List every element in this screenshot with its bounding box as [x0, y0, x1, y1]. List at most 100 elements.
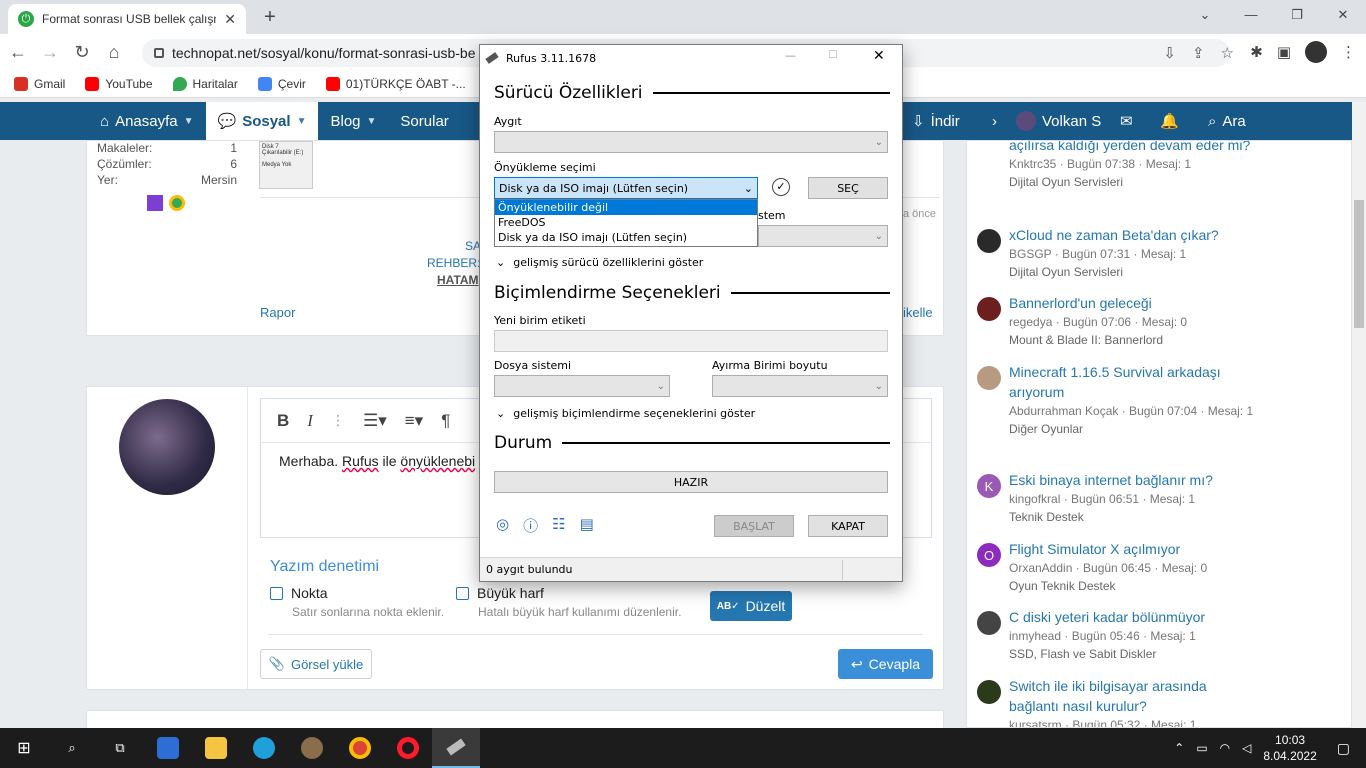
rufus-taskbar-icon[interactable] — [432, 728, 480, 768]
search-icon[interactable]: ⌕ — [48, 728, 96, 768]
file-system-select[interactable]: ⌄ — [494, 375, 670, 397]
close-button[interactable]: ✕ — [873, 48, 885, 64]
new-tab-button[interactable]: + — [258, 6, 282, 30]
share-icon[interactable]: ⇪ — [1192, 44, 1205, 62]
minimize-button[interactable]: — — [785, 49, 796, 62]
nav-user[interactable]: Volkan S — [1004, 102, 1113, 140]
bookmark-oabt[interactable]: 01)TÜRKÇE ÖABT -... — [325, 76, 466, 91]
maximize-button[interactable]: ☐ — [828, 48, 838, 61]
nav-home[interactable]: ⌂ Anasayfa ▼ — [0, 102, 206, 140]
volume-icon[interactable]: ◁ — [1242, 741, 1251, 755]
signature-line3[interactable]: HATAM — [437, 273, 479, 287]
thread-item[interactable]: O Flight Simulator X açılmıyor OrxanAddin … — [977, 539, 1257, 595]
nav-download[interactable]: ⇩ İndir — [900, 102, 972, 140]
advanced-format-toggle[interactable]: ⌄ gelişmiş biçimlendirme seçeneklerini gö… — [496, 407, 755, 420]
browser-tab[interactable]: ⏻ Format sonrası USB bellek çalışm ✕ — [8, 4, 246, 34]
rufus-titlebar[interactable]: Rufus 3.11.1678 — ☐ ✕ — [480, 45, 902, 71]
close-dialog-button[interactable]: KAPAT — [808, 515, 888, 537]
profile-avatar[interactable] — [1305, 41, 1327, 63]
thread-item[interactable]: C diski yeteri kadar bölünmüyor inmyhead … — [977, 607, 1257, 663]
bell-icon[interactable]: 🔔 — [1148, 102, 1191, 140]
clock[interactable]: 10:03 8.04.2022 — [1263, 732, 1316, 764]
checkbox[interactable] — [456, 586, 469, 600]
inbox-icon[interactable]: ✉ — [1108, 102, 1145, 140]
option-period[interactable]: Nokta — [270, 585, 328, 601]
nav-social[interactable]: 💬 Sosyal ▼ — [205, 102, 319, 140]
home-icon[interactable]: ⌂ — [100, 38, 128, 66]
extensions-icon[interactable]: ✱ — [1250, 43, 1263, 61]
align-icon[interactable]: ≡▾ — [405, 411, 423, 431]
tab-search-icon[interactable]: ⌄ — [1182, 4, 1228, 26]
opera-icon[interactable] — [384, 728, 432, 768]
minimize-button[interactable]: — — [1228, 4, 1274, 26]
boot-selection-select[interactable]: Disk ya da ISO imajı (Lütfen seçin) ⌄ — [494, 177, 758, 199]
bold-icon[interactable]: B — [277, 411, 289, 431]
task-view-icon[interactable]: ⧉ — [96, 728, 144, 768]
check-icon[interactable]: ✓ — [772, 178, 790, 196]
start-button[interactable]: BAŞLAT — [714, 515, 794, 537]
cluster-size-select[interactable]: ⌄ — [712, 375, 888, 397]
disk-screenshot[interactable]: Disk 7 Çıkarılabilir (E:) Medya Yok — [259, 141, 313, 189]
start-button[interactable]: ⊞ — [0, 728, 48, 768]
bookmark-youtube[interactable]: YouTube — [85, 76, 153, 91]
chevron-down-icon[interactable]: ▼ — [184, 116, 194, 127]
nav-blog[interactable]: Blog ▼ — [318, 102, 388, 140]
thread-item[interactable]: xCloud ne zaman Beta'dan çıkar? BGSGP · B… — [977, 225, 1257, 281]
volume-label-input[interactable] — [494, 330, 888, 352]
device-select[interactable]: ⌄ — [494, 131, 888, 153]
scrollbar-thumb[interactable] — [1354, 200, 1364, 328]
close-tab-icon[interactable]: ✕ — [224, 11, 236, 28]
option-disk-iso[interactable]: Disk ya da ISO imajı (Lütfen seçin) — [495, 230, 757, 245]
thread-item[interactable]: açılırsa kaldığı yerden devam eder mi? Kn… — [977, 141, 1257, 191]
bookmark-maps[interactable]: Haritalar — [172, 76, 238, 91]
install-icon[interactable]: ⇩ — [1163, 44, 1176, 62]
reply-button[interactable]: ↩ Cevapla — [838, 649, 933, 679]
more-options-icon[interactable]: ⋮ — [331, 412, 345, 429]
thread-item[interactable]: K Eski binaya internet bağlanır mı? kingof… — [977, 470, 1257, 526]
chevron-down-icon[interactable]: ▼ — [367, 116, 377, 127]
paragraph-icon[interactable]: ¶ — [441, 411, 450, 431]
thread-item[interactable]: Bannerlord'un geleceği regedya · Bugün 07… — [977, 293, 1257, 349]
report-link[interactable]: Rapor — [260, 305, 295, 320]
battery-icon[interactable]: ▭ — [1196, 741, 1207, 755]
upload-image-button[interactable]: 📎 Görsel yükle — [260, 649, 372, 679]
chevron-up-icon[interactable]: ⌃ — [1174, 741, 1184, 755]
thread-item[interactable]: Minecraft 1.16.5 Survival arkadaşı arıyo… — [977, 362, 1257, 438]
advanced-drive-toggle[interactable]: ⌄ gelişmiş sürücü özelliklerini göster — [496, 256, 703, 269]
back-icon[interactable]: ← — [4, 38, 32, 66]
nav-search[interactable]: ⌕ Ara — [1196, 102, 1258, 140]
globe-icon[interactable]: ◎ — [496, 515, 509, 536]
option-capital[interactable]: Büyük harf — [456, 585, 544, 601]
forward-icon[interactable]: → — [36, 38, 64, 66]
bookmark-translate[interactable]: Çevir — [257, 76, 306, 91]
info-icon[interactable]: ⓘ — [523, 515, 538, 536]
list-icon[interactable]: ☰▾ — [363, 411, 387, 431]
react-link[interactable]: ikelle — [903, 305, 933, 320]
thread-item[interactable]: Switch ile iki bilgisayar arasında bağla… — [977, 676, 1257, 727]
store-icon[interactable] — [144, 728, 192, 768]
media-player-icon[interactable] — [288, 728, 336, 768]
bookmark-gmail[interactable]: Gmail — [14, 76, 65, 91]
italic-icon[interactable]: I — [307, 411, 313, 431]
side-panel-icon[interactable]: ▣ — [1277, 43, 1291, 61]
target-system-select[interactable]: ⌄ — [758, 225, 888, 247]
close-window-button[interactable]: ✕ — [1320, 4, 1366, 26]
option-non-bootable[interactable]: Önyüklenebilir değil — [495, 200, 757, 215]
file-explorer-icon[interactable] — [192, 728, 240, 768]
chevron-down-icon[interactable]: ▼ — [297, 116, 307, 127]
bookmark-star-icon[interactable]: ☆ — [1221, 44, 1234, 62]
settings-icon[interactable]: ☷ — [552, 515, 565, 536]
edge-icon[interactable] — [240, 728, 288, 768]
nav-questions[interactable]: Sorular — [388, 102, 460, 140]
reload-icon[interactable]: ↻ — [68, 38, 96, 66]
option-freedos[interactable]: FreeDOS — [495, 215, 757, 230]
page-scrollbar[interactable] — [1352, 102, 1366, 728]
checkbox[interactable] — [270, 586, 283, 600]
log-icon[interactable]: ▤ — [580, 515, 594, 536]
wifi-icon[interactable]: ◠ — [1220, 741, 1230, 755]
chrome-icon[interactable] — [336, 728, 384, 768]
user-avatar[interactable] — [119, 399, 215, 495]
fix-button[interactable]: AB✓ Düzelt — [710, 591, 792, 621]
notification-icon[interactable]: ▢ — [1337, 740, 1350, 757]
menu-icon[interactable]: ⋮ — [1341, 43, 1356, 61]
